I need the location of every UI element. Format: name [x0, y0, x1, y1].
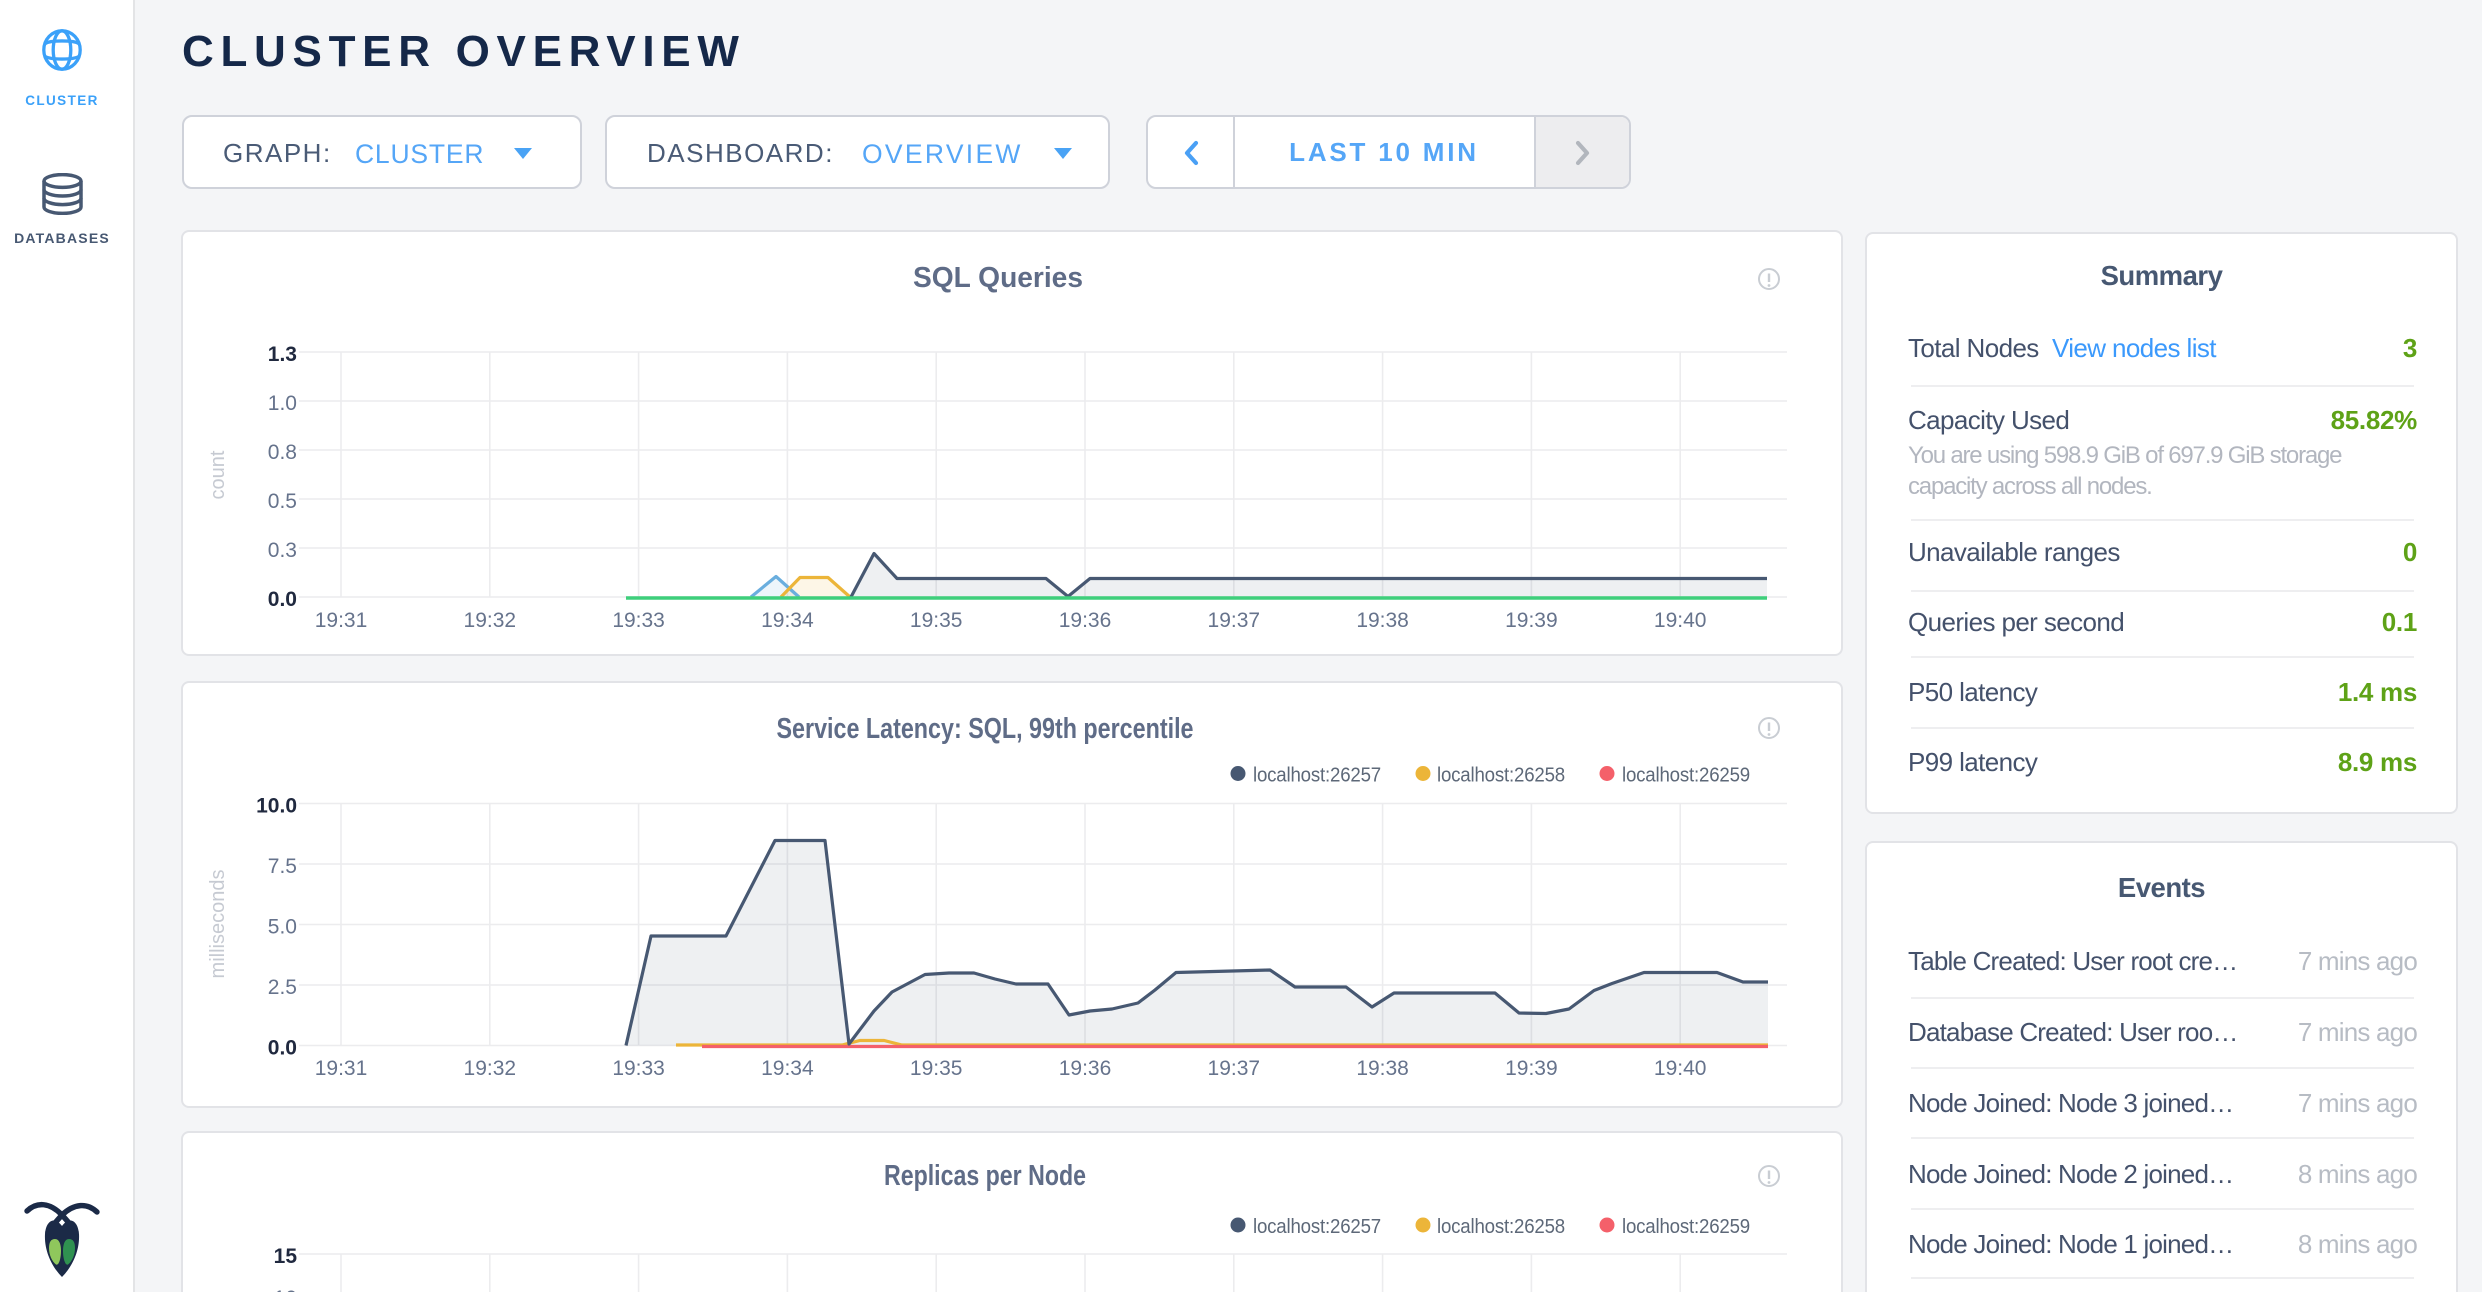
svg-text:localhost:26257: localhost:26257 — [1253, 1216, 1381, 1238]
svg-text:1.0: 1.0 — [268, 392, 297, 415]
svg-text:19:35: 19:35 — [910, 1057, 963, 1080]
svg-text:0.0: 0.0 — [268, 1037, 297, 1060]
svg-text:0.5: 0.5 — [268, 490, 297, 513]
svg-text:7.5: 7.5 — [268, 855, 297, 878]
svg-text:19:36: 19:36 — [1059, 1057, 1112, 1080]
svg-text:Replicas per Node: Replicas per Node — [884, 1160, 1086, 1192]
svg-text:19:34: 19:34 — [761, 609, 814, 632]
svg-text:19:34: 19:34 — [761, 1057, 814, 1080]
svg-text:19:36: 19:36 — [1059, 609, 1112, 632]
svg-text:19:33: 19:33 — [612, 1057, 665, 1080]
svg-text:19:37: 19:37 — [1208, 1057, 1261, 1080]
svg-text:SQL Queries: SQL Queries — [913, 262, 1083, 294]
svg-text:10.0: 10.0 — [256, 795, 297, 818]
svg-text:19:39: 19:39 — [1505, 609, 1558, 632]
svg-text:19:35: 19:35 — [910, 609, 963, 632]
svg-text:19:33: 19:33 — [612, 609, 665, 632]
svg-text:2.5: 2.5 — [268, 976, 297, 999]
svg-text:0.0: 0.0 — [268, 588, 297, 611]
svg-text:19:39: 19:39 — [1505, 1057, 1558, 1080]
svg-text:19:31: 19:31 — [315, 1057, 368, 1080]
svg-text:19:38: 19:38 — [1356, 1057, 1409, 1080]
svg-text:0.8: 0.8 — [268, 441, 297, 464]
svg-text:19:32: 19:32 — [464, 1057, 517, 1080]
svg-text:localhost:26259: localhost:26259 — [1622, 765, 1750, 787]
svg-text:19:31: 19:31 — [315, 609, 368, 632]
svg-text:localhost:26259: localhost:26259 — [1622, 1216, 1750, 1238]
svg-text:localhost:26257: localhost:26257 — [1253, 765, 1381, 787]
svg-text:19:40: 19:40 — [1654, 609, 1707, 632]
svg-text:milliseconds: milliseconds — [207, 870, 229, 979]
svg-text:19:32: 19:32 — [464, 609, 517, 632]
svg-text:localhost:26258: localhost:26258 — [1437, 1216, 1565, 1238]
svg-text:5.0: 5.0 — [268, 916, 297, 939]
svg-text:19:37: 19:37 — [1208, 609, 1261, 632]
svg-text:1.3: 1.3 — [268, 343, 297, 366]
svg-text:0.3: 0.3 — [268, 539, 297, 562]
svg-text:19:38: 19:38 — [1356, 609, 1409, 632]
svg-text:Service Latency: SQL, 99th per: Service Latency: SQL, 99th percentile — [777, 713, 1194, 745]
svg-text:19:40: 19:40 — [1654, 1057, 1707, 1080]
svg-text:localhost:26258: localhost:26258 — [1437, 765, 1565, 787]
svg-text:10: 10 — [274, 1287, 297, 1292]
svg-text:15: 15 — [274, 1245, 298, 1268]
svg-text:count: count — [207, 450, 229, 499]
